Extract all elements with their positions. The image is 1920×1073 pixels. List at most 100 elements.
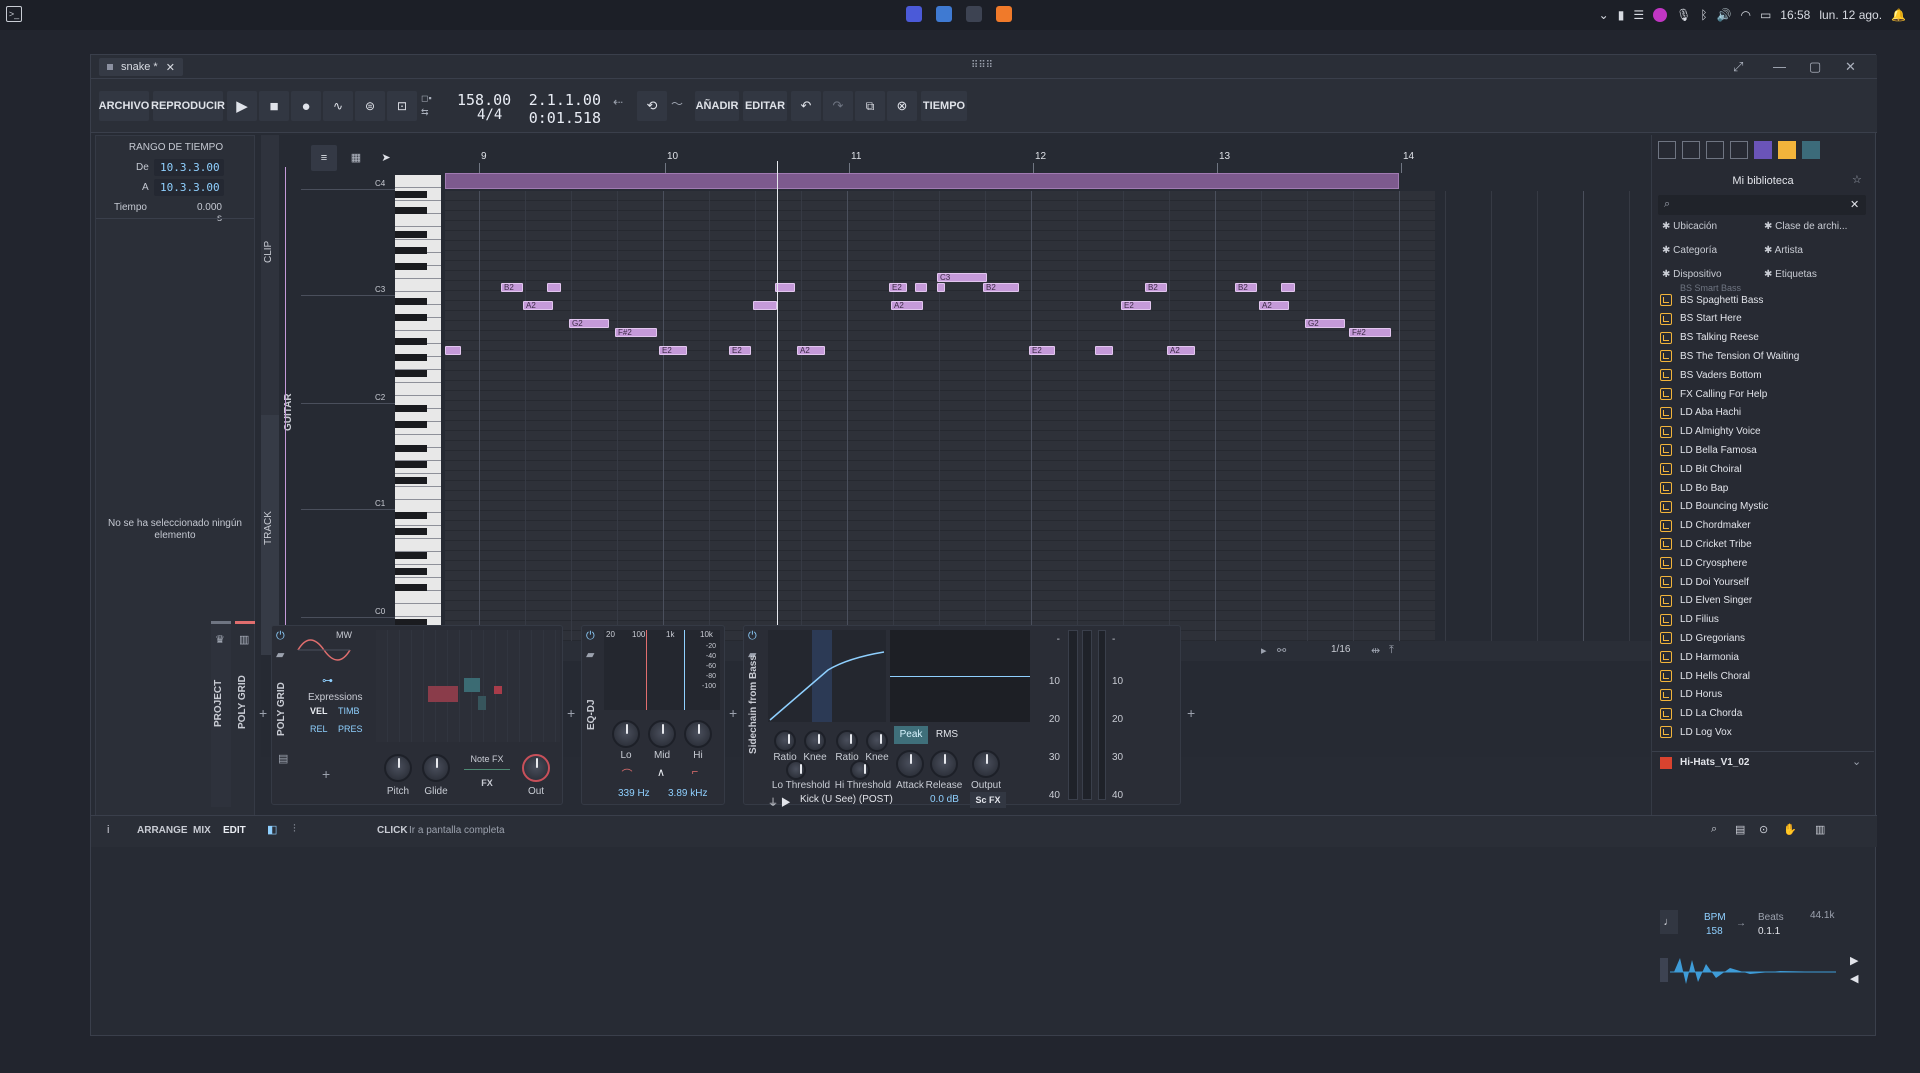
midi-note[interactable]: E2: [1121, 301, 1151, 310]
sidechain-source[interactable]: Kick (U See) (POST): [800, 794, 893, 805]
app-icon-2[interactable]: [936, 6, 952, 22]
grid-module[interactable]: [478, 696, 486, 710]
preset-list-item[interactable]: LD Elven Singer: [1660, 592, 1752, 610]
knee-1-knob[interactable]: [804, 730, 826, 752]
delete-icon[interactable]: ⊗: [887, 91, 917, 121]
glide-knob[interactable]: [422, 754, 450, 782]
midi-note[interactable]: A2: [1167, 346, 1195, 355]
app-tray-icon[interactable]: [1653, 8, 1668, 22]
sc-fx-button[interactable]: Sc FX: [970, 792, 1006, 808]
black-key[interactable]: [395, 298, 427, 305]
record-icon[interactable]: ●: [291, 91, 321, 121]
vel-label[interactable]: VEL: [310, 706, 328, 716]
library-tab-icon[interactable]: [1778, 141, 1796, 159]
black-key[interactable]: [395, 405, 427, 412]
preset-list-item[interactable]: BS Talking Reese: [1660, 329, 1759, 347]
timb-label[interactable]: TIMB: [338, 706, 360, 716]
archivo-button[interactable]: ARCHIVO: [99, 91, 149, 121]
track-tab-label[interactable]: TRACK: [263, 511, 274, 545]
samples-tab-icon[interactable]: [1706, 141, 1724, 159]
black-key[interactable]: [395, 528, 427, 535]
preset-list-item[interactable]: LD Bit Choiral: [1660, 460, 1742, 478]
preset-list-item[interactable]: LD Doi Yourself: [1660, 573, 1749, 591]
app-icon-1[interactable]: [906, 6, 922, 22]
chevron-down-icon[interactable]: ⌄: [1599, 8, 1609, 22]
rms-button[interactable]: RMS: [930, 726, 964, 744]
lo-frequency[interactable]: 339 Hz: [618, 788, 650, 799]
sidechain-gain[interactable]: 0.0 dB: [930, 794, 959, 805]
microphone-icon[interactable]: 🎙: [1676, 8, 1691, 22]
de-value[interactable]: 10.3.3.00: [154, 159, 224, 176]
black-key[interactable]: [395, 568, 427, 575]
power-icon[interactable]: ⏻: [586, 630, 595, 643]
preset-list-item[interactable]: BS Vaders Bottom: [1660, 366, 1762, 384]
tuner-icon[interactable]: ⊙: [1759, 823, 1768, 836]
tiempo-button[interactable]: TIEMPO: [921, 91, 967, 121]
black-key[interactable]: [395, 445, 427, 452]
release-knob[interactable]: [930, 750, 958, 778]
power-icon[interactable]: ⏻: [276, 630, 285, 643]
ruler-bar-number[interactable]: 13: [1219, 151, 1230, 162]
clipboard-icon[interactable]: ▮: [1618, 8, 1625, 22]
black-key[interactable]: [395, 584, 427, 591]
midi-note[interactable]: E2: [659, 346, 687, 355]
collection-tab-icon[interactable]: [1754, 141, 1772, 159]
midi-note[interactable]: B2: [983, 283, 1019, 292]
add-device-icon[interactable]: +: [729, 705, 737, 721]
hi-threshold-knob[interactable]: [850, 760, 870, 780]
grid-module[interactable]: [494, 686, 502, 694]
play-icon[interactable]: ▶: [227, 91, 257, 121]
gain-reduction-display[interactable]: [890, 630, 1030, 722]
preset-list-item[interactable]: LD Bouncing Mystic: [1660, 498, 1768, 516]
note-grid[interactable]: B2 A2 G2 F#2 E2 E2 A2 E2 A2 C3 B2 E2 A2 B2 E2 B2 A2 G2 F#2: [445, 161, 1722, 645]
reproducir-button[interactable]: REPRODUCIR: [151, 91, 225, 121]
black-key[interactable]: [395, 477, 427, 484]
notification-icon[interactable]: 🔔: [1891, 8, 1906, 22]
add-device-icon[interactable]: +: [567, 705, 575, 721]
chevron-down-icon[interactable]: ⌄: [1852, 755, 1861, 768]
lo-split-line[interactable]: [646, 630, 647, 710]
stop-icon[interactable]: ■: [259, 91, 289, 121]
preset-list-item[interactable]: LD Hells Choral: [1660, 667, 1750, 685]
midi-note[interactable]: E2: [729, 346, 751, 355]
midi-note[interactable]: C3: [937, 273, 987, 282]
piano-keyboard[interactable]: [395, 175, 441, 698]
black-key[interactable]: [395, 207, 427, 214]
midi-note[interactable]: A2: [523, 301, 553, 310]
punch-icon[interactable]: ⊡: [387, 91, 417, 121]
mid-knob[interactable]: [648, 720, 676, 748]
hi-knob[interactable]: [684, 720, 712, 748]
preset-list-item[interactable]: LD Almighty Voice: [1660, 423, 1761, 441]
midi-note[interactable]: [937, 283, 945, 292]
black-key[interactable]: [395, 338, 427, 345]
peak-button[interactable]: Peak: [894, 726, 928, 744]
black-key[interactable]: [395, 512, 427, 519]
midi-note[interactable]: A2: [891, 301, 923, 310]
volume-icon[interactable]: 🔊: [1717, 8, 1732, 22]
copy-icon[interactable]: ⧉: [855, 91, 885, 121]
metronome-icon[interactable]: ◻▪: [421, 93, 432, 104]
add-device-icon[interactable]: +: [259, 705, 267, 721]
playhead[interactable]: [777, 161, 778, 645]
black-key[interactable]: [395, 314, 427, 321]
beats-value[interactable]: 0.1.1: [1758, 926, 1780, 937]
clip-tab[interactable]: CLIP: [263, 241, 274, 263]
lo-knob[interactable]: [612, 720, 640, 748]
lo-cut-icon[interactable]: ⌒: [612, 766, 642, 784]
signature-value[interactable]: 4/4: [477, 107, 502, 123]
midi-note[interactable]: [753, 301, 777, 310]
grid-view-icon[interactable]: ▦: [343, 145, 369, 171]
clear-search-icon[interactable]: ✕: [1850, 198, 1859, 211]
grid-module[interactable]: [428, 686, 458, 702]
preset-list-item[interactable]: LD Cryosphere: [1660, 554, 1747, 572]
minimize-icon[interactable]: —: [1773, 59, 1786, 74]
browser-search[interactable]: ⌕ ✕: [1658, 195, 1866, 215]
wifi-icon[interactable]: ◠: [1740, 8, 1750, 22]
preset-list-item[interactable]: LD Harmonia: [1660, 648, 1739, 666]
clock-time[interactable]: 16:58: [1780, 8, 1810, 22]
fx-button[interactable]: FX: [464, 778, 510, 794]
preview-play-icon[interactable]: ▶: [1850, 954, 1858, 967]
redo-icon[interactable]: ↷: [823, 91, 853, 121]
black-key[interactable]: [395, 247, 427, 254]
eq-display[interactable]: 20 100 1k 10k -20 -40 -60 -80 -100: [604, 630, 720, 710]
